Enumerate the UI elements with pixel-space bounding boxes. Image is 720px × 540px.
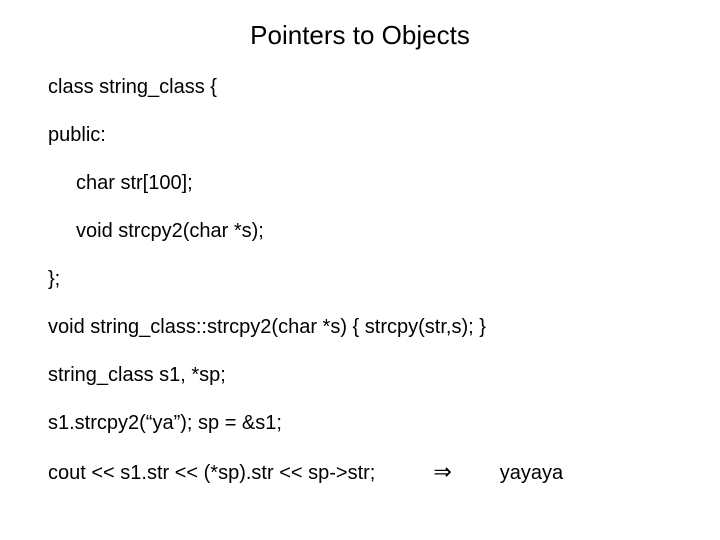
code-line: string_class s1, *sp;: [48, 363, 684, 387]
code-line: };: [48, 267, 684, 291]
code-expression: cout << s1.str << (*sp).str << sp->str;: [48, 461, 375, 485]
code-line: void strcpy2(char *s);: [48, 219, 684, 243]
implies-arrow-icon: ⇒: [433, 459, 451, 485]
slide-body: class string_class { public: char str[10…: [0, 75, 720, 485]
slide-title: Pointers to Objects: [0, 20, 720, 51]
code-line: void string_class::strcpy2(char *s) { st…: [48, 315, 684, 339]
program-output: yayaya: [500, 461, 563, 485]
code-line: class string_class {: [48, 75, 684, 99]
slide: Pointers to Objects class string_class {…: [0, 0, 720, 540]
code-line: public:: [48, 123, 684, 147]
code-line: char str[100];: [48, 171, 684, 195]
code-line-output: cout << s1.str << (*sp).str << sp->str; …: [48, 459, 684, 485]
code-line: s1.strcpy2(“ya”); sp = &s1;: [48, 411, 684, 435]
